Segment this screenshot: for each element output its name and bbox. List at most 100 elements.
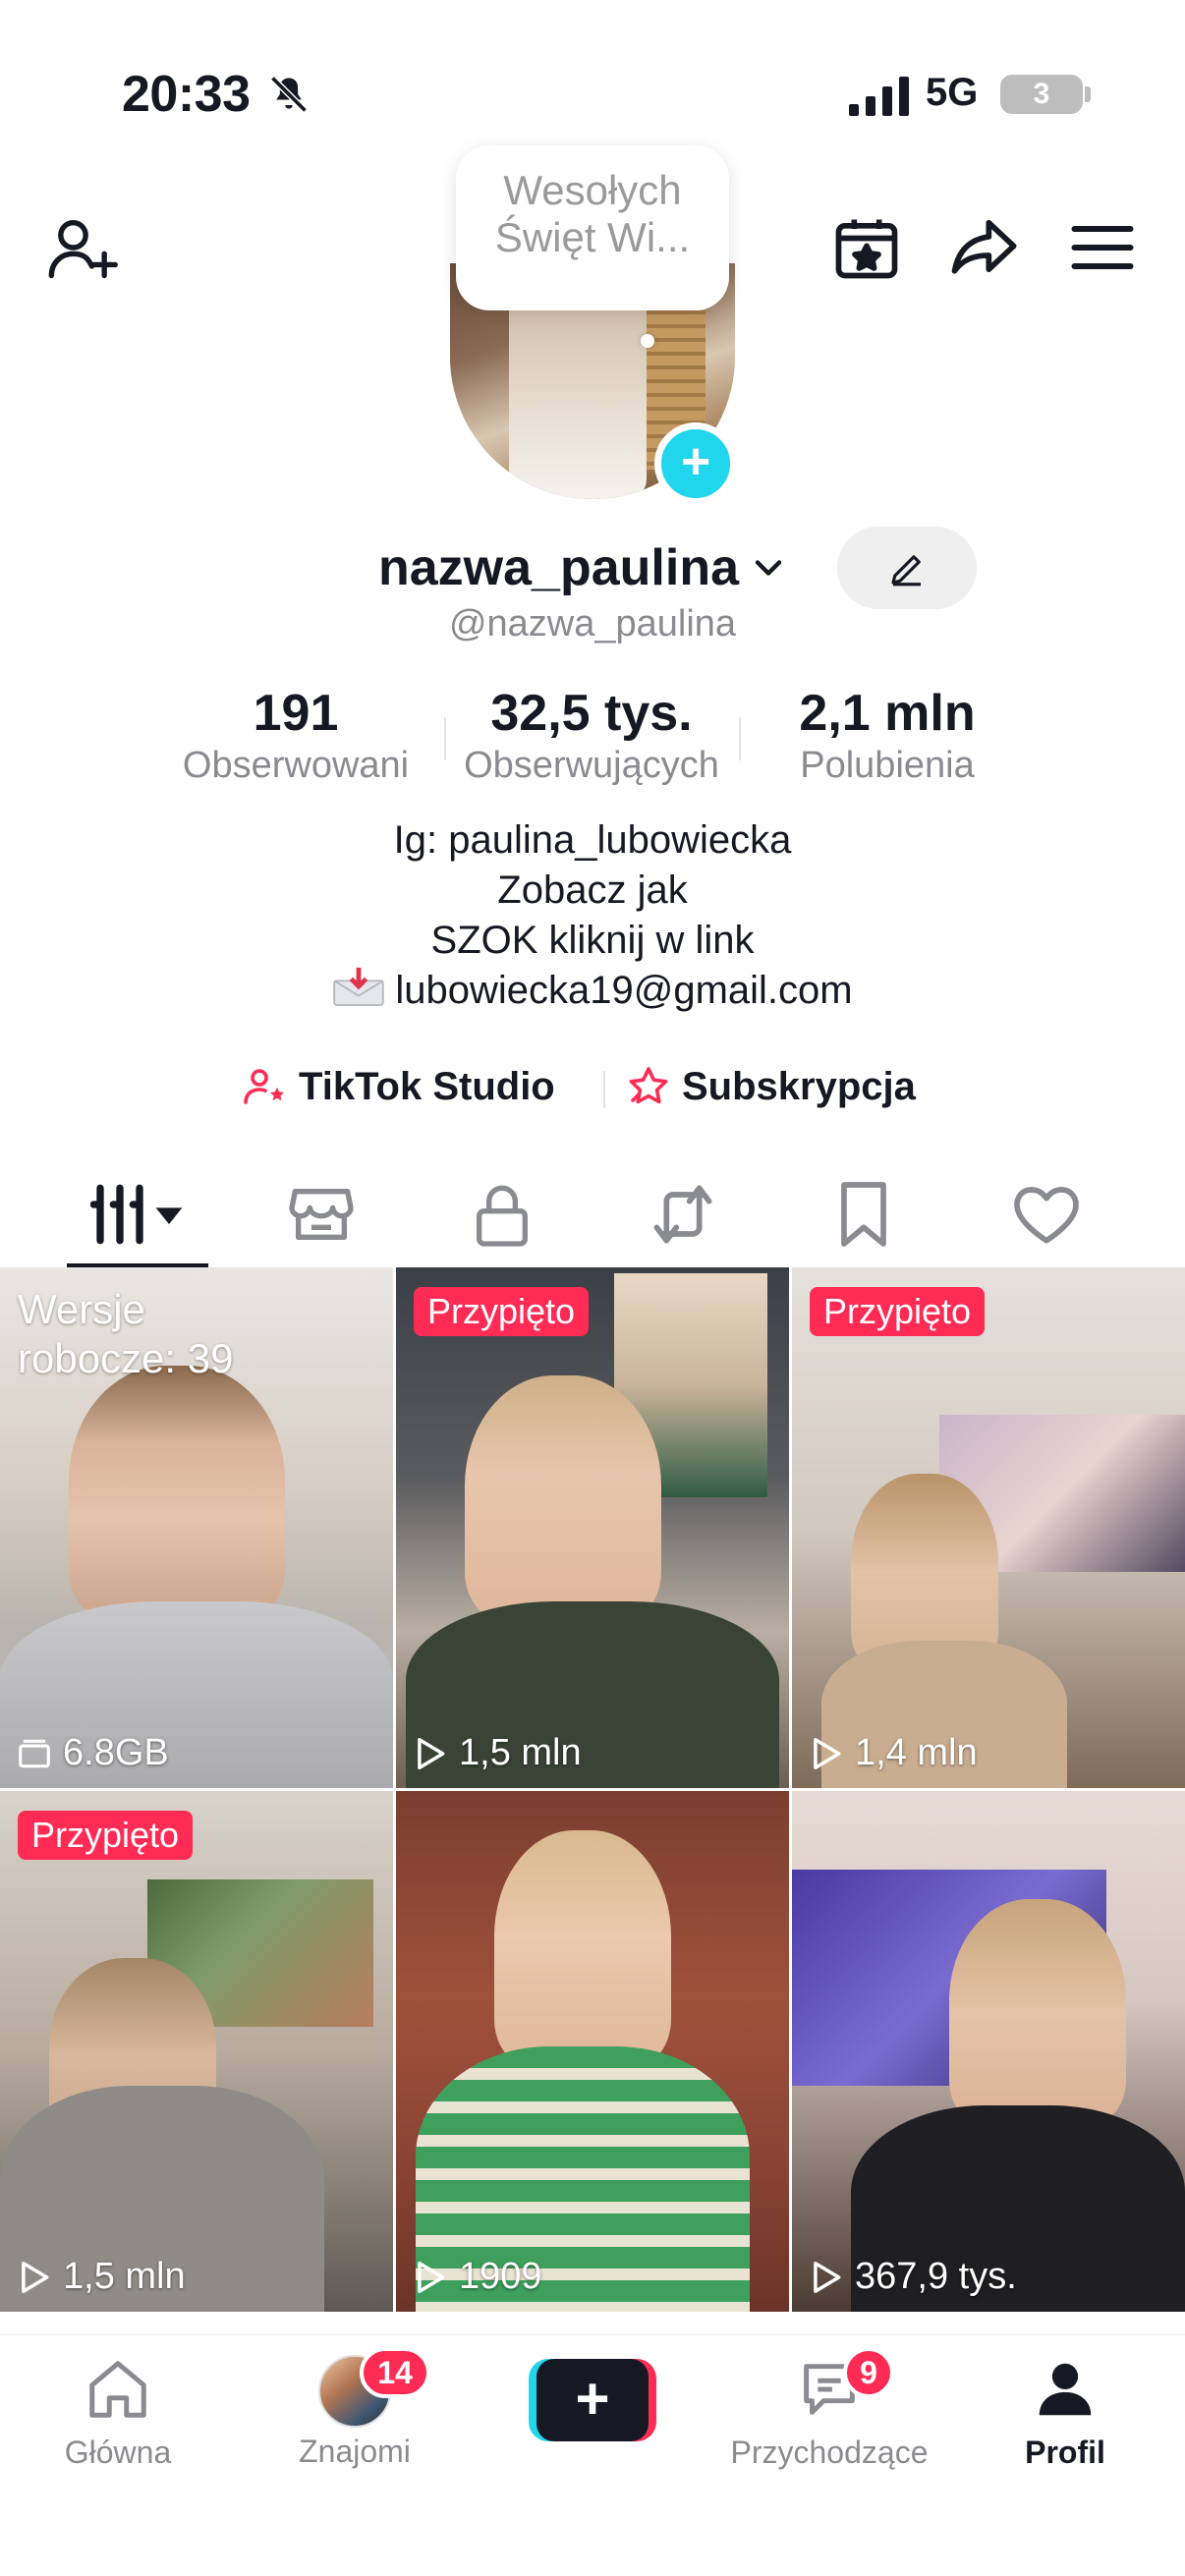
- calendar-star-icon[interactable]: [829, 210, 904, 285]
- drafts-label-line2: robocze: 39: [18, 1335, 234, 1381]
- tab-liked[interactable]: [1002, 1175, 1091, 1254]
- nav-inbox-label: Przychodzące: [730, 2435, 929, 2470]
- friends-badge: 14: [360, 2347, 430, 2398]
- links-divider: [603, 1071, 605, 1108]
- view-count-value: 1,5 mln: [459, 1732, 582, 1773]
- video-tile[interactable]: Przypięto 1,5 mln: [0, 1791, 393, 2312]
- battery-tip: [1085, 86, 1091, 102]
- view-count-value: 367,9 tys.: [855, 2256, 1017, 2297]
- envelope-icon: [333, 967, 385, 1007]
- video-tile[interactable]: 1909: [396, 1791, 789, 2312]
- stat-likes[interactable]: 2,1 mln Polubienia: [768, 684, 1006, 788]
- play-icon: [22, 2261, 49, 2293]
- subscription-link[interactable]: Subskrypcja: [625, 1063, 916, 1110]
- network-type: 5G: [926, 71, 979, 114]
- profile-links-row: TikTok Studio Subskrypcja: [0, 1057, 1185, 1120]
- bio-line: Zobacz jak: [497, 868, 688, 912]
- view-count: 367,9 tys.: [808, 2256, 1017, 2298]
- status-note-line1: Wesołych: [503, 167, 682, 213]
- plus-icon: +: [536, 2359, 649, 2441]
- status-note-bubble[interactable]: Wesołych Święt Wi...: [456, 145, 729, 310]
- nav-inbox[interactable]: Przychodzące: [721, 2355, 937, 2471]
- nav-profile-label: Profil: [1025, 2435, 1105, 2470]
- stat-likes-label: Polubienia: [800, 745, 975, 786]
- view-count-value: 1,5 mln: [63, 2256, 186, 2297]
- home-icon: [89, 2361, 146, 2418]
- signal-icon: [849, 77, 909, 116]
- play-icon: [418, 2261, 445, 2293]
- share-icon[interactable]: [945, 210, 1020, 285]
- stat-following-label: Obserwowani: [182, 745, 410, 786]
- profile-tabs: [0, 1165, 1185, 1269]
- stat-divider: [444, 717, 446, 760]
- chevron-down-icon: [755, 560, 782, 576]
- view-count: 1,5 mln: [412, 1732, 582, 1774]
- profile-icon: [1039, 2363, 1092, 2416]
- tab-private[interactable]: [458, 1175, 546, 1254]
- add-avatar-button[interactable]: +: [654, 422, 737, 505]
- subscription-label: Subskrypcja: [682, 1064, 916, 1108]
- star-badge-icon: [629, 1067, 668, 1104]
- create-button[interactable]: +: [529, 2359, 656, 2441]
- menu-icon[interactable]: [1065, 210, 1140, 285]
- tab-reposts[interactable]: [639, 1175, 727, 1254]
- video-tile[interactable]: Przypięto 1,5 mln: [396, 1267, 789, 1788]
- play-icon: [814, 1737, 841, 1769]
- view-count: 1,5 mln: [16, 2256, 186, 2298]
- shop-icon: [289, 1189, 354, 1240]
- heart-icon: [1014, 1187, 1079, 1244]
- drafts-size: 6.8GB: [16, 1732, 169, 1774]
- play-icon: [418, 1737, 445, 1769]
- pinned-badge: Przypięto: [18, 1811, 194, 1860]
- tiktok-studio-label: TikTok Studio: [299, 1064, 555, 1108]
- video-tile[interactable]: Przypięto 1,4 mln: [792, 1267, 1185, 1788]
- stat-divider: [739, 717, 741, 760]
- view-count: 1,4 mln: [808, 1732, 978, 1774]
- bio-line: Ig: paulina_lubowiecka: [393, 818, 792, 862]
- video-tile[interactable]: 367,9 tys.: [792, 1791, 1185, 2312]
- repost-icon: [653, 1185, 712, 1244]
- bell-muted-icon: [270, 76, 308, 113]
- profile-handle: @nazwa_paulina: [448, 603, 737, 644]
- grid-dropdown-icon: [89, 1184, 183, 1245]
- stat-likes-value: 2,1 mln: [799, 685, 976, 742]
- stat-followers-value: 32,5 tys.: [490, 685, 693, 742]
- tab-videos[interactable]: [89, 1175, 189, 1254]
- tab-favorites[interactable]: [819, 1175, 908, 1254]
- tab-shop[interactable]: [277, 1175, 366, 1254]
- status-bar: 20:33 5G 3: [0, 0, 1185, 147]
- profile-name-row[interactable]: nazwa_paulina: [378, 538, 790, 597]
- nav-profile[interactable]: Profil: [1006, 2355, 1124, 2471]
- nav-home-label: Główna: [64, 2435, 172, 2470]
- nav-home[interactable]: Główna: [55, 2355, 181, 2471]
- bio-email: lubowiecka19@gmail.com: [395, 969, 853, 1012]
- creator-star-icon: [244, 1069, 284, 1104]
- storage-icon: [19, 1739, 50, 1767]
- nav-friends-label: Znajomi: [299, 2434, 411, 2469]
- pencil-icon: [891, 555, 921, 587]
- thumbnail-person: [949, 1899, 1126, 2125]
- stat-following[interactable]: 191 Obserwowani: [167, 684, 424, 788]
- drafts-label-line1: Wersje: [18, 1286, 145, 1332]
- bio-email-line[interactable]: lubowiecka19@gmail.com: [0, 966, 1185, 1016]
- lock-icon: [477, 1185, 528, 1247]
- play-icon: [814, 2261, 841, 2293]
- add-friend-icon[interactable]: [45, 210, 120, 285]
- stat-followers-label: Obserwujących: [464, 745, 719, 786]
- pinned-badge: Przypięto: [810, 1287, 986, 1336]
- edit-profile-button[interactable]: [837, 527, 977, 609]
- battery-icon: 3: [1000, 75, 1083, 114]
- profile-name: nazwa_paulina: [378, 539, 739, 596]
- view-count-value: 1909: [459, 2256, 542, 2297]
- drafts-count: Wersje robocze: 39: [18, 1285, 233, 1383]
- bottom-navigation: Główna Znajomi 14 + Przychodzące 9 Profi…: [0, 2334, 1185, 2576]
- bio-line: SZOK kliknij w link: [430, 919, 755, 962]
- drafts-tile[interactable]: Wersje robocze: 39 6.8GB: [0, 1267, 393, 1788]
- status-note-line2: Święt Wi...: [494, 214, 691, 260]
- tiktok-studio-link[interactable]: TikTok Studio: [242, 1063, 555, 1110]
- stat-following-value: 191: [253, 685, 339, 742]
- thumbnail-person: [494, 1830, 671, 2066]
- bookmark-icon: [841, 1182, 886, 1247]
- bubble-tail: [641, 334, 654, 348]
- stat-followers[interactable]: 32,5 tys. Obserwujących: [448, 684, 735, 788]
